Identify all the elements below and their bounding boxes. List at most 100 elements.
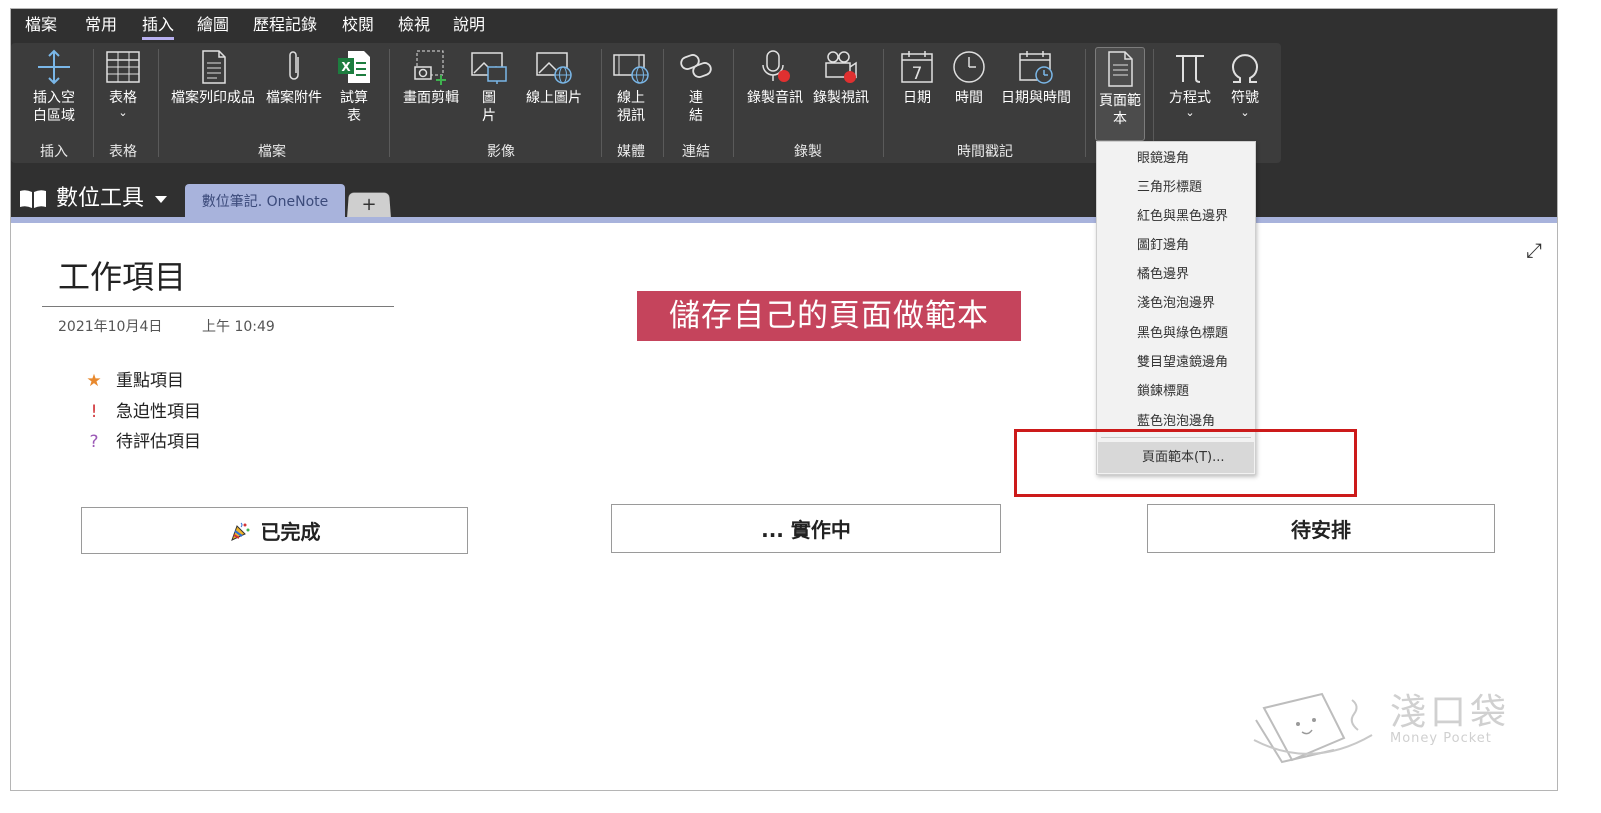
screen-clipping-icon: [414, 50, 446, 85]
paperclip-icon: [289, 51, 299, 80]
column-done[interactable]: 已完成: [81, 507, 468, 554]
menu-file[interactable]: 檔案: [25, 15, 57, 35]
tag-item-important[interactable]: ★ 重點項目: [84, 370, 184, 392]
template-item[interactable]: 鎖鍊標題: [1097, 377, 1255, 406]
table-label: 表格: [109, 90, 137, 106]
screen-clipping-button[interactable]: 畫面剪輯: [399, 49, 463, 107]
menu-history[interactable]: 歷程記錄: [253, 15, 317, 35]
column-todo-label: 待安排: [1291, 518, 1351, 542]
template-item[interactable]: 三角形標題: [1097, 173, 1255, 202]
menu-view[interactable]: 檢視: [398, 15, 430, 35]
add-section-button[interactable]: +: [347, 192, 391, 219]
spreadsheet-button[interactable]: X 試算 表: [331, 49, 377, 125]
group-divider: [1085, 49, 1086, 157]
notebook-title[interactable]: 數位工具: [56, 185, 144, 213]
notebook-caret-icon[interactable]: [155, 196, 167, 203]
template-item[interactable]: 黑色與綠色標題: [1097, 319, 1255, 348]
template-item[interactable]: 雙目望遠鏡邊角: [1097, 348, 1255, 377]
picture-icon: [471, 52, 507, 84]
file-printout-button[interactable]: 檔案列印成品: [167, 49, 259, 107]
group-divider: [389, 49, 390, 157]
question-icon: ?: [89, 432, 99, 452]
record-audio-button[interactable]: 錄製音訊: [743, 49, 807, 107]
calendar-clock-icon: [1019, 51, 1053, 84]
date-label: 日期: [903, 90, 931, 106]
date-button[interactable]: 7 日期: [895, 49, 939, 107]
record-video-label: 錄製視訊: [813, 90, 869, 106]
page-templates-button[interactable]: 頁面範 本: [1095, 47, 1145, 141]
menu-insert[interactable]: 插入: [142, 15, 175, 40]
link-button[interactable]: 連 結: [673, 49, 719, 125]
menu-home[interactable]: 常用: [85, 15, 117, 35]
tag-label: 急迫性項目: [116, 402, 201, 422]
column-in-progress-label: ... 實作中: [761, 518, 851, 542]
notebook-book-icon: [20, 190, 46, 208]
page-templates-menu: 眼鏡邊角 三角形標題 紅色與黑色邊界 圖釘邊角 橘色邊界 淺色泡泡邊界 黑色與綠…: [1096, 141, 1256, 475]
svg-text:7: 7: [912, 64, 923, 84]
template-item[interactable]: 眼鏡邊角: [1097, 144, 1255, 173]
record-video-icon: [825, 51, 857, 83]
page-time: 上午 10:49: [202, 319, 275, 335]
group-files-label: 檔案: [258, 144, 286, 160]
template-item[interactable]: 淺色泡泡邊界: [1097, 289, 1255, 318]
online-picture-button[interactable]: 線上圖片: [516, 49, 592, 107]
group-divider: [601, 49, 602, 157]
pi-icon: [1176, 55, 1204, 83]
banner-label: 儲存自己的頁面做範本: [637, 291, 1021, 341]
group-divider: [733, 49, 734, 157]
chevron-down-icon: ⌄: [118, 106, 128, 119]
picture-button[interactable]: 圖 片: [469, 49, 509, 125]
group-tables-label: 表格: [109, 144, 137, 160]
watermark-subtitle: Money Pocket: [1390, 731, 1492, 746]
ribbon: 插入空 白區域 插入 表格 ⌄ 表格 檔案列印成品 檔案附件 X 試算 表 檔案: [11, 43, 1557, 165]
tag-item-evaluate[interactable]: ? 待評估項目: [84, 431, 201, 453]
group-media-label: 媒體: [617, 144, 645, 160]
online-video-label: 線上 視訊: [617, 90, 645, 124]
link-icon: [680, 54, 712, 78]
record-audio-label: 錄製音訊: [747, 90, 803, 106]
menu-draw[interactable]: 繪圖: [197, 15, 229, 35]
date-time-button[interactable]: 日期與時間: [997, 49, 1075, 107]
template-item[interactable]: 橘色邊界: [1097, 260, 1255, 289]
highlight-box: [1014, 429, 1357, 497]
excel-icon: X: [338, 51, 370, 83]
menu-bar: 檔案 常用 插入 繪圖 歷程記錄 校閱 檢視 說明: [11, 9, 1557, 43]
clock-icon: [953, 51, 985, 83]
template-item[interactable]: 圖釘邊角: [1097, 231, 1255, 260]
column-done-label: 已完成: [260, 520, 321, 544]
file-printout-label: 檔案列印成品: [171, 90, 255, 106]
star-icon: ★: [86, 371, 102, 391]
tag-item-urgent[interactable]: ! 急迫性項目: [84, 401, 201, 423]
spreadsheet-label: 試算 表: [340, 90, 368, 124]
record-audio-icon: [762, 50, 790, 82]
page-title[interactable]: 工作項目: [58, 258, 186, 296]
column-todo[interactable]: 待安排: [1147, 504, 1495, 553]
online-picture-label: 線上圖片: [526, 90, 582, 106]
equation-button[interactable]: 方程式 ⌄: [1163, 49, 1217, 119]
online-video-button[interactable]: 線上 視訊: [607, 49, 655, 125]
pocket-logo-icon: [1253, 692, 1373, 764]
menu-review[interactable]: 校閱: [342, 15, 374, 35]
record-video-button[interactable]: 錄製視訊: [809, 49, 873, 107]
page-date: 2021年10月4日: [58, 319, 163, 335]
page-templates-label: 頁面範 本: [1099, 93, 1141, 127]
time-button[interactable]: 時間: [947, 49, 991, 107]
file-printout-icon: [202, 50, 226, 84]
watermark-title: 淺口袋: [1390, 692, 1511, 733]
section-tab-active[interactable]: 數位筆記. OneNote: [185, 184, 345, 220]
file-attachment-button[interactable]: 檔案附件: [263, 49, 325, 107]
template-item[interactable]: 紅色與黑色邊界: [1097, 202, 1255, 231]
table-button[interactable]: 表格 ⌄: [99, 49, 147, 119]
link-label: 連 結: [689, 90, 703, 124]
expand-icon[interactable]: ⤢: [1526, 238, 1542, 262]
group-divider: [93, 49, 94, 157]
picture-label: 圖 片: [482, 90, 496, 124]
insert-space-button[interactable]: 插入空 白區域: [25, 49, 83, 125]
chevron-down-icon: ⌄: [1185, 106, 1195, 119]
group-insert-label: 插入: [40, 144, 68, 160]
online-picture-icon: [536, 52, 572, 84]
section-color-strip: [11, 217, 1557, 223]
column-in-progress[interactable]: ... 實作中: [611, 504, 1001, 553]
menu-help[interactable]: 說明: [453, 15, 485, 35]
symbol-button[interactable]: 符號 ⌄: [1223, 49, 1267, 119]
